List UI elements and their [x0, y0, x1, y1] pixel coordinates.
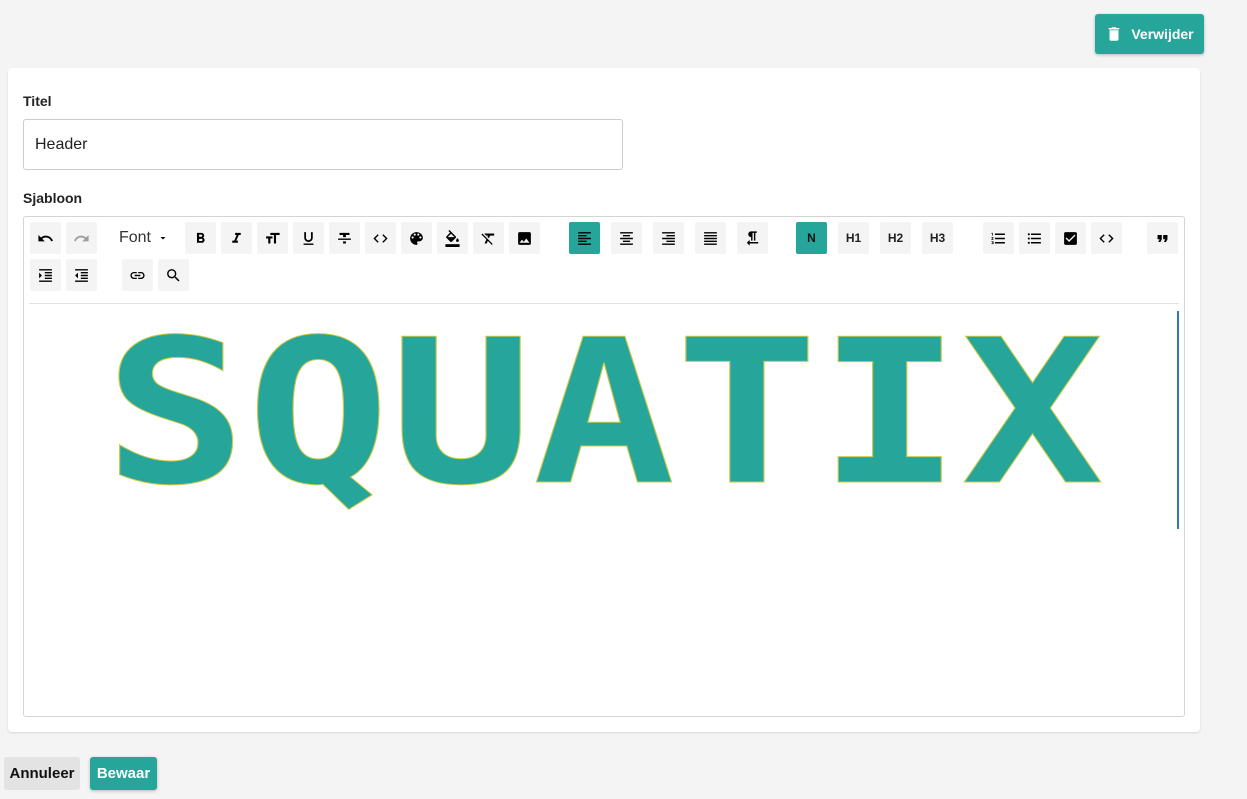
- bold-button[interactable]: [185, 222, 216, 254]
- bullet-list-button[interactable]: [1019, 222, 1050, 254]
- link-icon: [130, 271, 145, 279]
- image-icon: [518, 231, 531, 245]
- template-label: Sjabloon: [23, 190, 83, 206]
- task-list-button[interactable]: [1055, 222, 1086, 254]
- bold-icon: [196, 232, 205, 243]
- redo-button[interactable]: [66, 222, 97, 254]
- heading-2-button[interactable]: H2: [880, 222, 911, 254]
- text-color-button[interactable]: [401, 222, 432, 254]
- form-card: Titel Sjabloon Font: [8, 68, 1200, 732]
- content-scrollbar[interactable]: [1177, 311, 1179, 529]
- text-size-icon: [266, 232, 280, 243]
- outdent-icon: [75, 268, 88, 282]
- insert-link-button[interactable]: [122, 259, 153, 291]
- font-dropdown-label: Font: [118, 229, 151, 246]
- align-right-icon: [662, 231, 675, 245]
- delete-button[interactable]: Verwijder: [1095, 14, 1204, 54]
- strikethrough-icon: [338, 232, 351, 243]
- title-label: Titel: [23, 93, 52, 109]
- text-size-button[interactable]: [257, 222, 288, 254]
- align-left-icon: [578, 231, 591, 245]
- underline-icon: [303, 231, 314, 245]
- highlight-color-button[interactable]: [437, 222, 468, 254]
- bulleted-list-icon: [1027, 232, 1041, 244]
- indent-icon: [39, 268, 52, 282]
- align-center-icon: [620, 231, 633, 245]
- undo-icon: [38, 234, 53, 241]
- indent-button[interactable]: [30, 259, 61, 291]
- palette-icon: [410, 231, 423, 245]
- trash-icon: [1109, 27, 1120, 41]
- code-block-icon: [1099, 233, 1114, 243]
- ordered-list-button[interactable]: [983, 222, 1014, 254]
- format-clear-icon: [481, 233, 495, 245]
- align-justify-icon: [704, 231, 717, 245]
- strikethrough-button[interactable]: [329, 222, 360, 254]
- normal-text-button[interactable]: N: [796, 222, 827, 254]
- redo-icon: [74, 234, 89, 241]
- squatix-logo: SQUATIX: [104, 312, 1105, 531]
- italic-icon: [232, 232, 241, 243]
- insert-image-button[interactable]: [509, 222, 540, 254]
- quote-icon: [1157, 234, 1168, 242]
- outdent-button[interactable]: [66, 259, 97, 291]
- toolbar-divider: [29, 303, 1179, 304]
- align-center-button[interactable]: [611, 222, 642, 254]
- text-direction-button[interactable]: [737, 222, 768, 254]
- heading-1-button[interactable]: H1: [838, 222, 869, 254]
- template-editor[interactable]: Font N H1 H2 H3 SQUATIX: [23, 216, 1185, 717]
- numbered-list-icon: [991, 232, 1005, 244]
- heading-3-button[interactable]: H3: [922, 222, 953, 254]
- checkbox-icon: [1064, 231, 1077, 245]
- search-icon: [167, 268, 180, 282]
- cancel-button[interactable]: Annuleer: [4, 757, 80, 790]
- delete-button-label: Verwijder: [1131, 26, 1194, 42]
- inline-code-button[interactable]: [365, 222, 396, 254]
- save-button[interactable]: Bewaar: [90, 757, 157, 790]
- font-dropdown[interactable]: Font: [112, 222, 176, 254]
- undo-button[interactable]: [30, 222, 61, 254]
- fill-color-icon: [445, 229, 460, 247]
- search-button[interactable]: [158, 259, 189, 291]
- paragraph-icon: [746, 230, 759, 246]
- italic-button[interactable]: [221, 222, 252, 254]
- align-justify-button[interactable]: [695, 222, 726, 254]
- title-input[interactable]: [23, 119, 623, 170]
- caret-down-icon: [160, 237, 166, 240]
- code-icon: [373, 233, 388, 243]
- blockquote-button[interactable]: [1147, 222, 1178, 254]
- align-right-button[interactable]: [653, 222, 684, 254]
- code-block-button[interactable]: [1091, 222, 1122, 254]
- align-left-button[interactable]: [569, 222, 600, 254]
- logo-text: SQUATIX: [104, 312, 1104, 530]
- clear-format-button[interactable]: [473, 222, 504, 254]
- underline-button[interactable]: [293, 222, 324, 254]
